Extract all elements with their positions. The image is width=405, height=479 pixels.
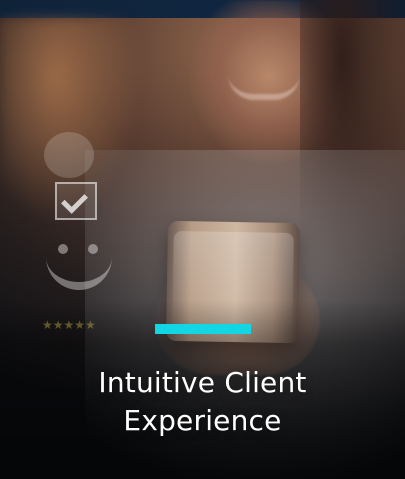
check-icon xyxy=(61,187,88,214)
smiley-mouth xyxy=(46,250,112,290)
feature-card: ★★★★★ Intuitive Client Experience xyxy=(0,0,405,479)
accent-bar xyxy=(155,324,251,334)
card-title-line-2: Experience xyxy=(123,404,282,437)
smiley-face-icon xyxy=(44,232,114,302)
card-title: Intuitive Client Experience xyxy=(0,364,405,440)
card-title-line-1: Intuitive Client xyxy=(98,366,307,399)
chat-bubble-icon xyxy=(44,132,94,178)
checkbox-icon xyxy=(55,182,97,220)
